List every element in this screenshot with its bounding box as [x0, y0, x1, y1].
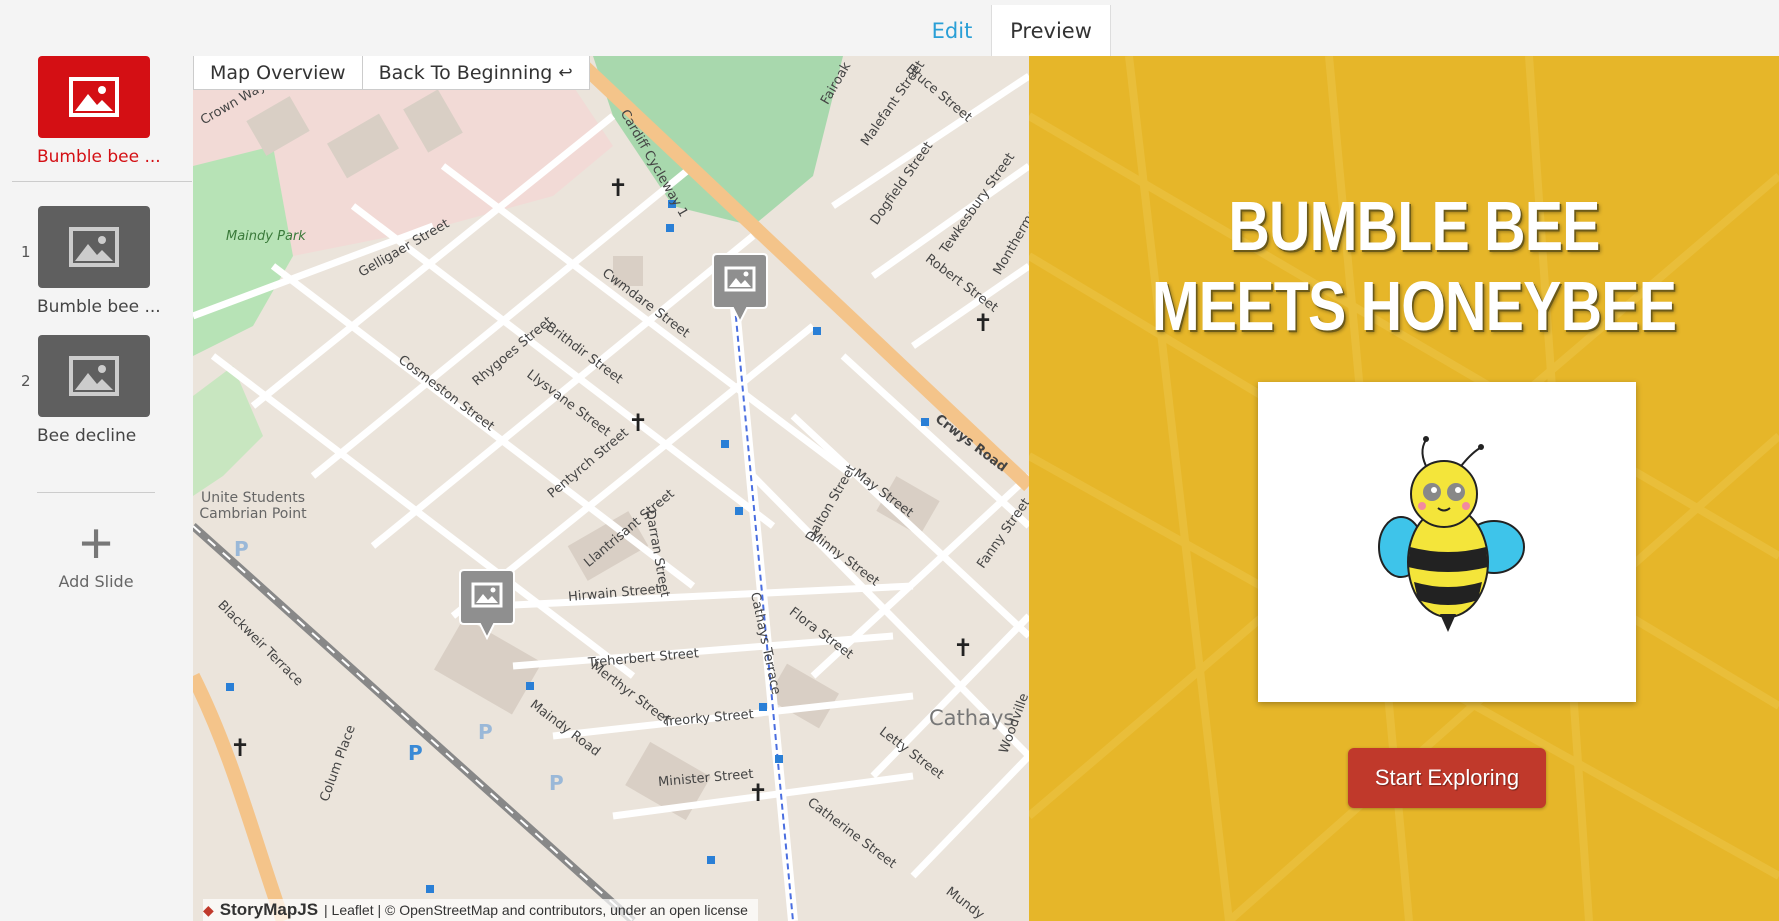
start-exploring-button[interactable]: Start Exploring	[1348, 748, 1546, 808]
slide-2-thumbnail[interactable]	[38, 335, 150, 417]
slide-1-thumbnail[interactable]	[38, 206, 150, 288]
map-attribution: ◆ StoryMapJS | Leaflet | © OpenStreetMap…	[203, 899, 758, 921]
tab-edit[interactable]: Edit	[912, 5, 992, 56]
svg-text:✝: ✝	[230, 734, 250, 762]
map-marker-image-icon	[459, 569, 515, 641]
map-marker-image-icon	[712, 253, 768, 325]
bee-drawing-image	[1258, 382, 1636, 702]
slide-sidebar: Bumble bee ... 1 Bumble bee ... 2 Bee de…	[12, 56, 192, 921]
area-label: Cathays	[929, 706, 1015, 730]
slide-number: 1	[21, 243, 31, 261]
slide-1-label[interactable]: Bumble bee ...	[37, 297, 161, 317]
back-to-beginning-label: Back To Beginning	[378, 61, 553, 84]
return-arrow-icon: ↩	[558, 62, 573, 83]
poi-label: Unite Students Cambrian Point	[199, 490, 307, 522]
tab-preview[interactable]: Preview	[991, 5, 1111, 56]
title-slide-thumbnail[interactable]	[38, 56, 150, 138]
slide-number: 2	[21, 372, 31, 390]
plus-icon: +	[79, 511, 113, 576]
image-icon	[69, 356, 119, 396]
svg-text:✝: ✝	[608, 174, 628, 202]
street-label: Maindy Park	[226, 229, 306, 244]
add-slide-button[interactable]: + Add Slide	[36, 511, 156, 596]
storymap-brand[interactable]: StoryMapJS	[220, 900, 318, 920]
slide-title: BUMBLE BEE MEETS HONEYBEE	[1151, 187, 1677, 345]
slide-2-map-marker[interactable]	[458, 568, 516, 641]
image-icon	[69, 77, 119, 117]
storymap-logo-icon: ◆	[203, 901, 214, 918]
back-to-beginning-button[interactable]: Back To Beginning ↩	[363, 56, 589, 89]
title-slide-label[interactable]: Bumble bee ...	[37, 147, 161, 167]
attribution-text[interactable]: | Leaflet | © OpenStreetMap and contribu…	[324, 902, 748, 918]
svg-text:✝: ✝	[953, 634, 973, 662]
slide-1-map-marker[interactable]	[711, 252, 769, 325]
top-tab-bar: Edit Preview	[0, 0, 1779, 56]
map-controls: Map Overview Back To Beginning ↩	[193, 56, 590, 90]
slide-2-label[interactable]: Bee decline	[37, 426, 136, 446]
image-icon	[69, 227, 119, 267]
sidebar-divider	[37, 492, 155, 493]
svg-text:P: P	[408, 741, 423, 765]
sidebar-divider	[12, 181, 192, 182]
map-view[interactable]: ✝ ✝ ✝ ✝ ✝ ✝ P P P P Crown Way Maindy Par…	[193, 56, 1029, 921]
svg-text:P: P	[478, 720, 493, 744]
title-slide-panel: BUMBLE BEE MEETS HONEYBEE Start Explorin…	[1029, 56, 1779, 921]
map-overview-button[interactable]: Map Overview	[194, 56, 363, 89]
bee-illustration	[1378, 436, 1525, 632]
svg-text:P: P	[234, 537, 249, 561]
svg-text:P: P	[549, 771, 564, 795]
svg-text:✝: ✝	[748, 779, 768, 807]
add-slide-label: Add Slide	[58, 572, 134, 591]
svg-text:✝: ✝	[628, 409, 648, 437]
